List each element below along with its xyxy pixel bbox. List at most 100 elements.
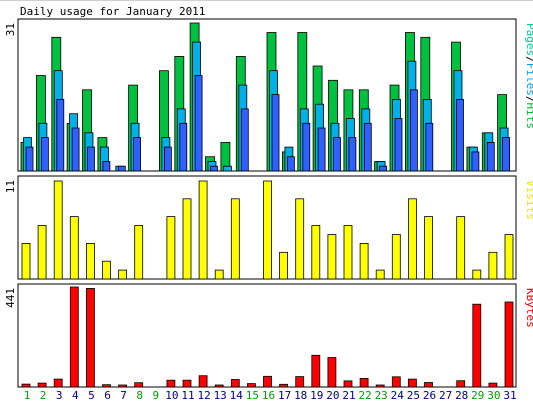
y-max-label-kbytes: 441	[4, 288, 17, 308]
bar-pages-1	[25, 146, 34, 172]
bar-kbytes-5	[86, 287, 95, 388]
legend-item-hits: Hits	[524, 103, 533, 130]
bar-kbytes-26	[424, 382, 433, 388]
legend-kbytes: KBytes	[524, 288, 533, 328]
x-label-day-6: 6	[104, 389, 111, 402]
bar-pages-2	[41, 137, 49, 172]
bar-pages-17	[271, 94, 280, 172]
x-label-day-18: 18	[294, 389, 307, 402]
bar-visits-23	[375, 269, 385, 280]
bar-visits-24	[391, 234, 401, 280]
bar-pages-7	[117, 165, 126, 172]
bar-visits-10	[166, 216, 176, 280]
bar-kbytes-21	[343, 380, 353, 388]
x-label-day-13: 13	[214, 389, 227, 402]
chart-title: Daily usage for January 2011	[20, 5, 205, 18]
bar-visits-19	[311, 225, 321, 280]
bar-visits-31	[504, 234, 514, 280]
bar-visits-25	[407, 198, 417, 280]
bar-pages-18	[286, 156, 295, 172]
x-label-day-14: 14	[230, 389, 244, 402]
bar-pages-5	[87, 146, 95, 172]
bar-pages-13	[210, 165, 218, 172]
bar-pages-19	[302, 122, 311, 172]
bar-pages-11	[179, 122, 188, 172]
bar-pages-15	[240, 108, 249, 172]
bar-kbytes-4	[69, 286, 79, 388]
bar-pages-26	[409, 89, 418, 172]
bar-pages-27	[425, 122, 434, 172]
x-label-day-30: 30	[487, 389, 500, 402]
bar-kbytes-11	[182, 379, 192, 388]
bar-kbytes-13	[214, 384, 224, 388]
bar-pages-3	[56, 99, 65, 172]
bar-visits-12	[198, 180, 208, 280]
x-label-day-28: 28	[455, 389, 468, 402]
bar-kbytes-12	[198, 375, 208, 388]
bar-visits-4	[69, 216, 79, 280]
bar-visits-21	[343, 225, 353, 280]
bar-kbytes-6	[102, 384, 111, 388]
legend-item-visits: Visits	[524, 180, 533, 220]
bar-visits-18	[295, 198, 305, 280]
x-label-day-27: 27	[439, 389, 452, 402]
bar-visits-11	[182, 198, 192, 280]
x-label-day-1: 1	[24, 389, 31, 402]
x-label-day-17: 17	[278, 389, 291, 402]
legend-pages-files-hits: Pages/Files/Hits	[524, 23, 533, 129]
x-label-day-11: 11	[181, 389, 194, 402]
bar-visits-7	[118, 269, 127, 280]
legend-item-sep: /	[524, 96, 533, 103]
legend-item-kbytes: KBytes	[524, 288, 533, 328]
bar-kbytes-15	[246, 383, 256, 388]
bar-kbytes-19	[311, 354, 321, 388]
bar-kbytes-1	[21, 383, 31, 388]
x-label-day-20: 20	[326, 389, 339, 402]
bar-kbytes-22	[359, 377, 369, 388]
x-label-day-23: 23	[375, 389, 388, 402]
bar-pages-32	[502, 137, 511, 172]
x-label-day-3: 3	[56, 389, 63, 402]
bar-visits-13	[214, 269, 224, 280]
daily-usage-chart: Daily usage for January 2011 31Pages/Fil…	[4, 5, 533, 402]
bar-pages-22	[348, 137, 357, 172]
bar-pages-6	[102, 161, 111, 172]
x-label-day-31: 31	[503, 389, 516, 402]
bar-pages-29	[456, 99, 464, 172]
x-label-day-26: 26	[423, 389, 436, 402]
bar-kbytes-30	[488, 382, 498, 388]
legend-visits: Visits	[524, 180, 533, 220]
bar-pages-8	[133, 137, 142, 172]
bar-kbytes-24	[391, 376, 401, 388]
x-label-day-25: 25	[407, 389, 420, 402]
x-label-day-4: 4	[72, 389, 79, 402]
bar-files-14	[222, 165, 232, 172]
bar-visits-6	[102, 260, 111, 280]
x-label-day-12: 12	[197, 389, 210, 402]
bar-visits-8	[134, 225, 144, 280]
bar-kbytes-3	[53, 378, 63, 388]
bar-pages-25	[394, 118, 403, 172]
x-label-day-16: 16	[262, 389, 275, 402]
bar-kbytes-8	[134, 382, 144, 388]
bar-kbytes-31	[504, 301, 514, 388]
x-label-day-29: 29	[471, 389, 484, 402]
bar-pages-12	[194, 75, 203, 172]
bar-visits-2	[37, 225, 47, 280]
bar-pages-24	[379, 165, 388, 172]
x-label-day-19: 19	[310, 389, 323, 402]
bar-visits-20	[327, 234, 337, 280]
bar-kbytes-25	[407, 378, 417, 388]
x-label-day-10: 10	[165, 389, 178, 402]
bar-visits-16	[263, 180, 272, 280]
bar-visits-17	[279, 251, 289, 280]
bar-visits-30	[488, 251, 498, 280]
x-label-day-8: 8	[136, 389, 143, 402]
x-label-day-22: 22	[358, 389, 371, 402]
bar-kbytes-29	[472, 303, 482, 388]
bar-pages-30	[471, 151, 480, 172]
bar-pages-31	[486, 141, 495, 172]
y-max-label-visits: 11	[4, 180, 17, 193]
bar-kbytes-28	[456, 380, 466, 388]
bar-kbytes-14	[230, 379, 240, 388]
